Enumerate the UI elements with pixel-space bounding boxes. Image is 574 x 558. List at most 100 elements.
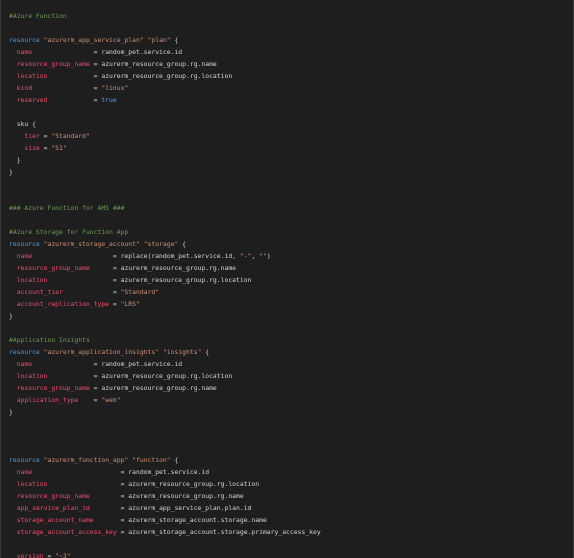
code-line: location = azurerm_resource_group.rg.loc… [9, 274, 567, 286]
code-line: resource "azurerm_application_insights" … [9, 346, 567, 358]
code-line: } [9, 310, 567, 322]
code-attribute: app_service_plan_id [16, 504, 90, 512]
code-string: "LRS" [120, 300, 140, 308]
code-line: sku { [9, 118, 567, 130]
code-text: = azurerm_storage_account.storage.name [93, 516, 267, 524]
code-attribute: location [16, 72, 48, 80]
code-attribute: account_tier [16, 288, 63, 296]
code-editor[interactable]: #Azure Function resource "azurerm_app_ser… [0, 0, 574, 558]
code-comment: #Application Insights [9, 336, 90, 344]
code-line: } [9, 154, 567, 166]
code-text: = [39, 132, 52, 140]
code-line: resource_group_name = azurerm_resource_g… [9, 490, 567, 502]
code-line: location = azurerm_resource_group.rg.loc… [9, 370, 567, 382]
code-line: size = "S1" [9, 142, 567, 154]
code-line: name = random_pet.service.id [9, 466, 567, 478]
code-attribute: account_replication_type [16, 300, 110, 308]
code-attribute: location [16, 480, 48, 488]
code-attribute: tier [24, 132, 40, 140]
code-text: = azurerm_resource_group.rg.location [47, 372, 233, 380]
code-text: = azurerm_resource_group.rg.location [47, 480, 260, 488]
code-attribute: name [16, 360, 33, 368]
code-text: = azurerm_app_service_plan.plan.id [89, 504, 252, 512]
code-line: #Application Insights [9, 334, 567, 346]
code-keyword: resource [9, 456, 44, 464]
code-line: location = azurerm_resource_group.rg.loc… [9, 70, 567, 82]
code-attribute: resource_group_name [16, 384, 90, 392]
code-line: name = random_pet.service.id [9, 358, 567, 370]
code-keyword: resource [9, 348, 44, 356]
code-string: "azurerm_storage_account" [43, 240, 140, 248]
code-punctuation: { [170, 36, 179, 44]
code-attribute: storage_account_access_key [16, 528, 117, 536]
code-line: } [9, 166, 567, 178]
code-comment: #Azure Storage for Function App [9, 228, 129, 236]
code-block[interactable]: #Azure Function resource "azurerm_app_ser… [9, 10, 567, 558]
code-line: resource "azurerm_function_app" "functio… [9, 454, 567, 466]
code-attribute: version [16, 552, 44, 558]
code-line: resource_group_name = azurerm_resource_g… [9, 262, 567, 274]
code-text: = azurerm_storage_account.storage.primar… [116, 528, 321, 536]
code-line: account_replication_type = "LRS" [9, 298, 567, 310]
code-line: app_service_plan_id = azurerm_app_servic… [9, 502, 567, 514]
code-punctuation: } [9, 312, 13, 320]
code-string: "web" [101, 396, 121, 404]
code-boolean: true [101, 96, 117, 104]
code-line: #Azure Storage for Function App [9, 226, 567, 238]
code-comment: #Azure Function [9, 12, 67, 20]
code-line: resource "azurerm_app_service_plan" "pla… [9, 34, 567, 46]
code-text: = azurerm_resource_group.rg.name [89, 384, 217, 392]
code-string: "S1" [51, 144, 67, 152]
code-keyword: resource [9, 240, 44, 248]
code-attribute: application_type [16, 396, 79, 404]
code-text: = azurerm_resource_group.rg.location [47, 72, 233, 80]
code-line: resource_group_name = azurerm_resource_g… [9, 58, 567, 70]
code-keyword: resource [9, 36, 44, 44]
code-line: resource "azurerm_storage_account" "stor… [9, 238, 567, 250]
code-line: account_tier = "Standard" [9, 286, 567, 298]
code-string: "azurerm_function_app" [43, 456, 129, 464]
code-line: version = "~3" [9, 550, 567, 558]
code-attribute: resource_group_name [16, 264, 90, 272]
code-string: "Standard" [51, 132, 90, 140]
code-attribute: location [16, 372, 48, 380]
code-punctuation: { [170, 456, 179, 464]
code-string: "" [259, 252, 267, 260]
code-attribute: location [16, 276, 48, 284]
code-line: storage_account_access_key = azurerm_sto… [9, 526, 567, 538]
code-punctuation: } [9, 156, 21, 164]
code-text: = [39, 144, 52, 152]
code-text: = [62, 288, 121, 296]
code-text: = [47, 96, 102, 104]
code-text: = azurerm_resource_group.rg.name [89, 492, 244, 500]
code-text: ) [266, 252, 271, 260]
code-text: = [109, 300, 121, 308]
code-text: = [78, 396, 102, 404]
code-string: "linux" [101, 84, 129, 92]
code-attribute: size [24, 144, 40, 152]
code-attribute: storage_account_name [16, 516, 94, 524]
code-attribute: resource_group_name [16, 60, 90, 68]
code-line: application_type = "web" [9, 394, 567, 406]
code-string: "~3" [55, 552, 71, 558]
